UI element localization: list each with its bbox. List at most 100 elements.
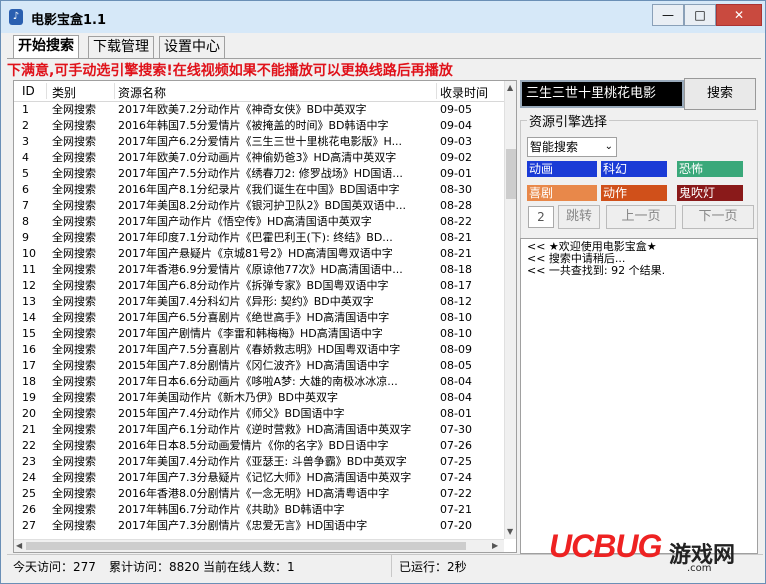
row-type: 全网搜索: [52, 167, 96, 180]
scroll-up-icon[interactable]: ▲: [507, 83, 513, 92]
table-row[interactable]: 15 全网搜索 2017年国产剧情片《李雷和韩梅梅》HD高清国语中字 08-10: [14, 326, 504, 342]
next-page-button[interactable]: 下一页: [682, 205, 754, 229]
genre-ghost[interactable]: 鬼吹灯: [677, 185, 743, 201]
genre-horror[interactable]: 恐怖: [677, 161, 743, 177]
table-row[interactable]: 6 全网搜索 2016年国产8.1分纪录片《我们诞生在中国》BD国语中字 08-30: [14, 182, 504, 198]
table-row[interactable]: 27 全网搜索 2017年国产7.3分剧情片《忠爱无言》HD国语中字 07-20: [14, 518, 504, 534]
table-row[interactable]: 25 全网搜索 2016年香港8.0分剧情片《一念无明》HD高清粤语中字 07-22: [14, 486, 504, 502]
watermark-url: .com: [687, 563, 712, 574]
row-date: 08-05: [440, 359, 472, 372]
row-type: 全网搜索: [52, 455, 96, 468]
row-date: 07-25: [440, 455, 472, 468]
tab-settings[interactable]: 设置中心: [159, 36, 225, 58]
genre-scifi[interactable]: 科幻: [601, 161, 667, 177]
header-id[interactable]: ID: [22, 84, 35, 98]
row-id: 4: [22, 151, 29, 164]
table-row[interactable]: 17 全网搜索 2015年国产7.8分剧情片《冈仁波齐》HD高清国语中字 08-05: [14, 358, 504, 374]
row-id: 10: [22, 247, 36, 260]
row-name: 2017年印度7.1分动作片《巴霍巴利王(下): 终结》BD...: [118, 231, 393, 244]
scroll-down-icon[interactable]: ▼: [507, 527, 513, 536]
row-name: 2017年国产6.5分喜剧片《绝世高手》HD高清国语中字: [118, 311, 390, 324]
row-name: 2016年国产8.1分纪录片《我们诞生在中国》BD国语中字: [118, 183, 400, 196]
title-bar[interactable]: ♪ 电影宝盒1.1 — □ ✕: [1, 1, 765, 33]
row-type: 全网搜索: [52, 279, 96, 292]
row-name: 2017年国产7.5分喜剧片《春娇救志明》HD国粤双语中字: [118, 343, 401, 356]
table-row[interactable]: 13 全网搜索 2017年美国7.4分科幻片《异形: 契约》BD中英双字 08-12: [14, 294, 504, 310]
row-date: 08-17: [440, 279, 472, 292]
row-date: 08-22: [440, 215, 472, 228]
row-date: 09-04: [440, 119, 472, 132]
table-row[interactable]: 11 全网搜索 2017年香港6.9分爱情片《原谅他77次》HD高清国语中... 08…: [14, 262, 504, 278]
table-row[interactable]: 4 全网搜索 2017年欧美7.0分动画片《神偷奶爸3》HD高清中英双字 09-02: [14, 150, 504, 166]
table-row[interactable]: 16 全网搜索 2017年国产7.5分喜剧片《春娇救志明》HD国粤双语中字 08-09: [14, 342, 504, 358]
table-row[interactable]: 9 全网搜索 2017年印度7.1分动作片《巴霍巴利王(下): 终结》BD... 08…: [14, 230, 504, 246]
genre-comedy[interactable]: 喜剧: [527, 185, 597, 201]
row-type: 全网搜索: [52, 471, 96, 484]
row-name: 2017年国产7.3分悬疑片《记忆大师》HD高清国语中英双字: [118, 471, 412, 484]
header-date[interactable]: 收录时间: [440, 84, 488, 101]
table-row[interactable]: 21 全网搜索 2017年国产6.1分动作片《逆时营救》HD高清国语中英双字 07-3…: [14, 422, 504, 438]
table-row[interactable]: 14 全网搜索 2017年国产6.5分喜剧片《绝世高手》HD高清国语中字 08-10: [14, 310, 504, 326]
tab-downloads[interactable]: 下载管理: [88, 36, 154, 58]
row-date: 07-30: [440, 423, 472, 436]
table-row[interactable]: 26 全网搜索 2017年韩国6.7分动作片《共助》BD韩语中字 07-21: [14, 502, 504, 518]
table-row[interactable]: 5 全网搜索 2017年国产7.5分动作片《绣春刀2: 修罗战场》HD国语... 09…: [14, 166, 504, 182]
header-type[interactable]: 类别: [52, 84, 76, 101]
search-input[interactable]: 三生三世十里桃花电影: [520, 80, 684, 108]
log-line: << 一共查找到: 92 个结果.: [527, 264, 666, 277]
row-id: 19: [22, 391, 36, 404]
table-row[interactable]: 19 全网搜索 2017年美国动作片《新木乃伊》BD中英双字 08-04: [14, 390, 504, 406]
minimize-button[interactable]: —: [652, 4, 684, 26]
app-icon: ♪: [9, 9, 23, 25]
table-body: 1 全网搜索 2017年欧美7.2分动作片《神奇女侠》BD中英双字 09-05 2 全网搜…: [14, 102, 504, 534]
table-row[interactable]: 1 全网搜索 2017年欧美7.2分动作片《神奇女侠》BD中英双字 09-05: [14, 102, 504, 118]
scroll-right-icon[interactable]: ▶: [492, 541, 498, 550]
header-name[interactable]: 资源名称: [118, 84, 166, 101]
tab-search[interactable]: 开始搜索: [13, 35, 79, 58]
genre-action[interactable]: 动作: [601, 185, 667, 201]
table-row[interactable]: 23 全网搜索 2017年美国7.4分动作片《亚瑟王: 斗兽争霸》BD中英双字 07-…: [14, 454, 504, 470]
genre-animation[interactable]: 动画: [527, 161, 597, 177]
search-button[interactable]: 搜索: [684, 78, 756, 110]
horizontal-scrollbar[interactable]: ◀ ▶: [14, 539, 504, 552]
row-id: 8: [22, 215, 29, 228]
jump-button[interactable]: 跳转: [558, 205, 600, 229]
status-uptime: 已运行：2秒: [399, 560, 467, 574]
engine-select[interactable]: 智能搜索 ⌄: [527, 137, 617, 157]
vertical-scroll-thumb[interactable]: [506, 149, 516, 199]
table-row[interactable]: 10 全网搜索 2017年国产悬疑片《京城81号2》HD高清国粤双语中字 08-21: [14, 246, 504, 262]
table-header: ID 类别 资源名称 收录时间: [14, 81, 504, 102]
row-id: 11: [22, 263, 36, 276]
table-row[interactable]: 7 全网搜索 2017年美国8.2分动作片《银河护卫队2》BD国英双语中... 08-…: [14, 198, 504, 214]
right-panel: 三生三世十里桃花电影 搜索 资源引擎选择 智能搜索 ⌄ 动画 科幻 恐怖 喜剧 …: [520, 78, 758, 554]
table-row[interactable]: 18 全网搜索 2017年日本6.6分动画片《哆啦A梦: 大雄的南极冰冰凉... 08…: [14, 374, 504, 390]
row-name: 2017年国产6.2分爱情片《三生三世十里桃花电影版》H...: [118, 135, 403, 148]
engine-select-value: 智能搜索: [530, 140, 579, 154]
table-row[interactable]: 2 全网搜索 2016年韩国7.5分爱情片《被掩盖的时间》BD韩语中字 09-04: [14, 118, 504, 134]
row-name: 2017年国产7.5分动作片《绣春刀2: 修罗战场》HD国语...: [118, 167, 403, 180]
row-id: 2: [22, 119, 29, 132]
page-number-input[interactable]: 2: [528, 206, 554, 228]
table-row[interactable]: 22 全网搜索 2016年日本8.5分动画爱情片《你的名字》BD日语中字 07-26: [14, 438, 504, 454]
table-row[interactable]: 3 全网搜索 2017年国产6.2分爱情片《三生三世十里桃花电影版》H... 09-0…: [14, 134, 504, 150]
row-date: 08-04: [440, 375, 472, 388]
row-date: 07-20: [440, 519, 472, 532]
table-row[interactable]: 8 全网搜索 2017年国产动作片《悟空传》HD高清国语中英双字 08-22: [14, 214, 504, 230]
row-date: 08-01: [440, 407, 472, 420]
prev-page-button[interactable]: 上一页: [606, 205, 676, 229]
table-row[interactable]: 24 全网搜索 2017年国产7.3分悬疑片《记忆大师》HD高清国语中英双字 07-2…: [14, 470, 504, 486]
row-date: 08-10: [440, 327, 472, 340]
row-type: 全网搜索: [52, 519, 96, 532]
row-date: 07-24: [440, 471, 472, 484]
row-date: 08-21: [440, 231, 472, 244]
scroll-left-icon[interactable]: ◀: [16, 541, 22, 550]
vertical-scrollbar[interactable]: ▲ ▼: [504, 81, 516, 539]
table-row[interactable]: 12 全网搜索 2017年国产6.8分动作片《拆弹专家》BD国粤双语中字 08-17: [14, 278, 504, 294]
row-date: 08-18: [440, 263, 472, 276]
status-today: 今天访问：277: [13, 560, 96, 574]
horizontal-scroll-thumb[interactable]: [26, 542, 466, 550]
close-button[interactable]: ✕: [716, 4, 762, 26]
row-name: 2017年国产6.8分动作片《拆弹专家》BD国粤双语中字: [118, 279, 389, 292]
table-row[interactable]: 20 全网搜索 2015年国产7.4分动作片《师父》BD国语中字 08-01: [14, 406, 504, 422]
maximize-button[interactable]: □: [684, 4, 716, 26]
